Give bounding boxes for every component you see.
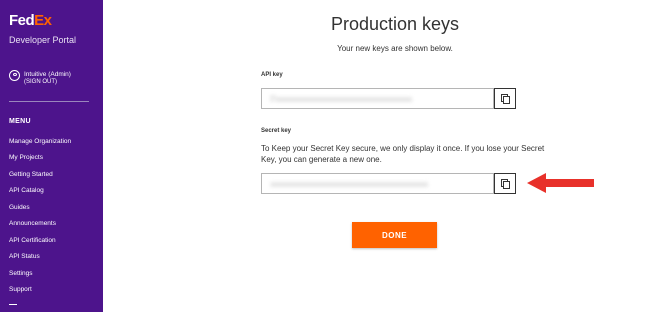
copy-icon [501,94,510,104]
sidebar-item-announcements[interactable]: Announcements [9,220,56,227]
sidebar: FedEx Developer Portal Intuitive (Admin)… [0,0,103,312]
sidebar-item-partial [9,304,17,305]
api-key-label: API key [261,72,283,78]
page-title: Production keys [330,14,460,34]
api-key-field[interactable]: l7xxxxxxxxxxxxxxxxxxxxxxxxxxxxxxxxxxxxxx… [261,88,494,109]
secret-key-value: xxxxxxxxxxxxxxxxxxxxxxxxxxxxxxxxxxxxxxxx… [270,179,428,189]
secret-key-description: To Keep your Secret Key secure, we only … [261,144,545,164]
sidebar-item-getting-started[interactable]: Getting Started [9,171,53,178]
copy-api-key-button[interactable] [494,88,516,109]
fedex-logo[interactable]: FedEx [9,13,52,29]
done-button[interactable]: DONE [352,222,437,248]
sidebar-divider [9,101,89,102]
portal-title: Developer Portal [9,35,77,45]
user-name: Intuitive (Admin) [24,71,71,78]
menu-heading: MENU [9,118,31,125]
logo-ex: Ex [34,12,52,29]
api-key-value: l7xxxxxxxxxxxxxxxxxxxxxxxxxxxxxxxxxxxxxx… [270,94,413,104]
copy-icon [501,179,510,189]
copy-secret-key-button[interactable] [494,173,516,194]
sidebar-item-api-catalog[interactable]: API Catalog [9,187,44,194]
arrow-left-icon [527,173,594,193]
sign-out-link[interactable]: (SIGN OUT) [24,79,57,85]
sidebar-item-my-projects[interactable]: My Projects [9,154,43,161]
sidebar-item-support[interactable]: Support [9,286,32,293]
sidebar-item-guides[interactable]: Guides [9,204,30,211]
sidebar-item-api-certification[interactable]: API Certification [9,237,56,244]
page-subtitle: Your new keys are shown below. [337,44,453,53]
logo-fed: Fed [9,12,35,29]
sidebar-item-settings[interactable]: Settings [9,270,33,277]
user-circle-icon [9,70,20,81]
secret-key-field[interactable]: xxxxxxxxxxxxxxxxxxxxxxxxxxxxxxxxxxxxxxxx… [261,173,494,194]
secret-key-label: Secret key [261,128,292,134]
sidebar-item-api-status[interactable]: API Status [9,253,40,260]
sidebar-item-manage-organization[interactable]: Manage Organization [9,138,71,145]
